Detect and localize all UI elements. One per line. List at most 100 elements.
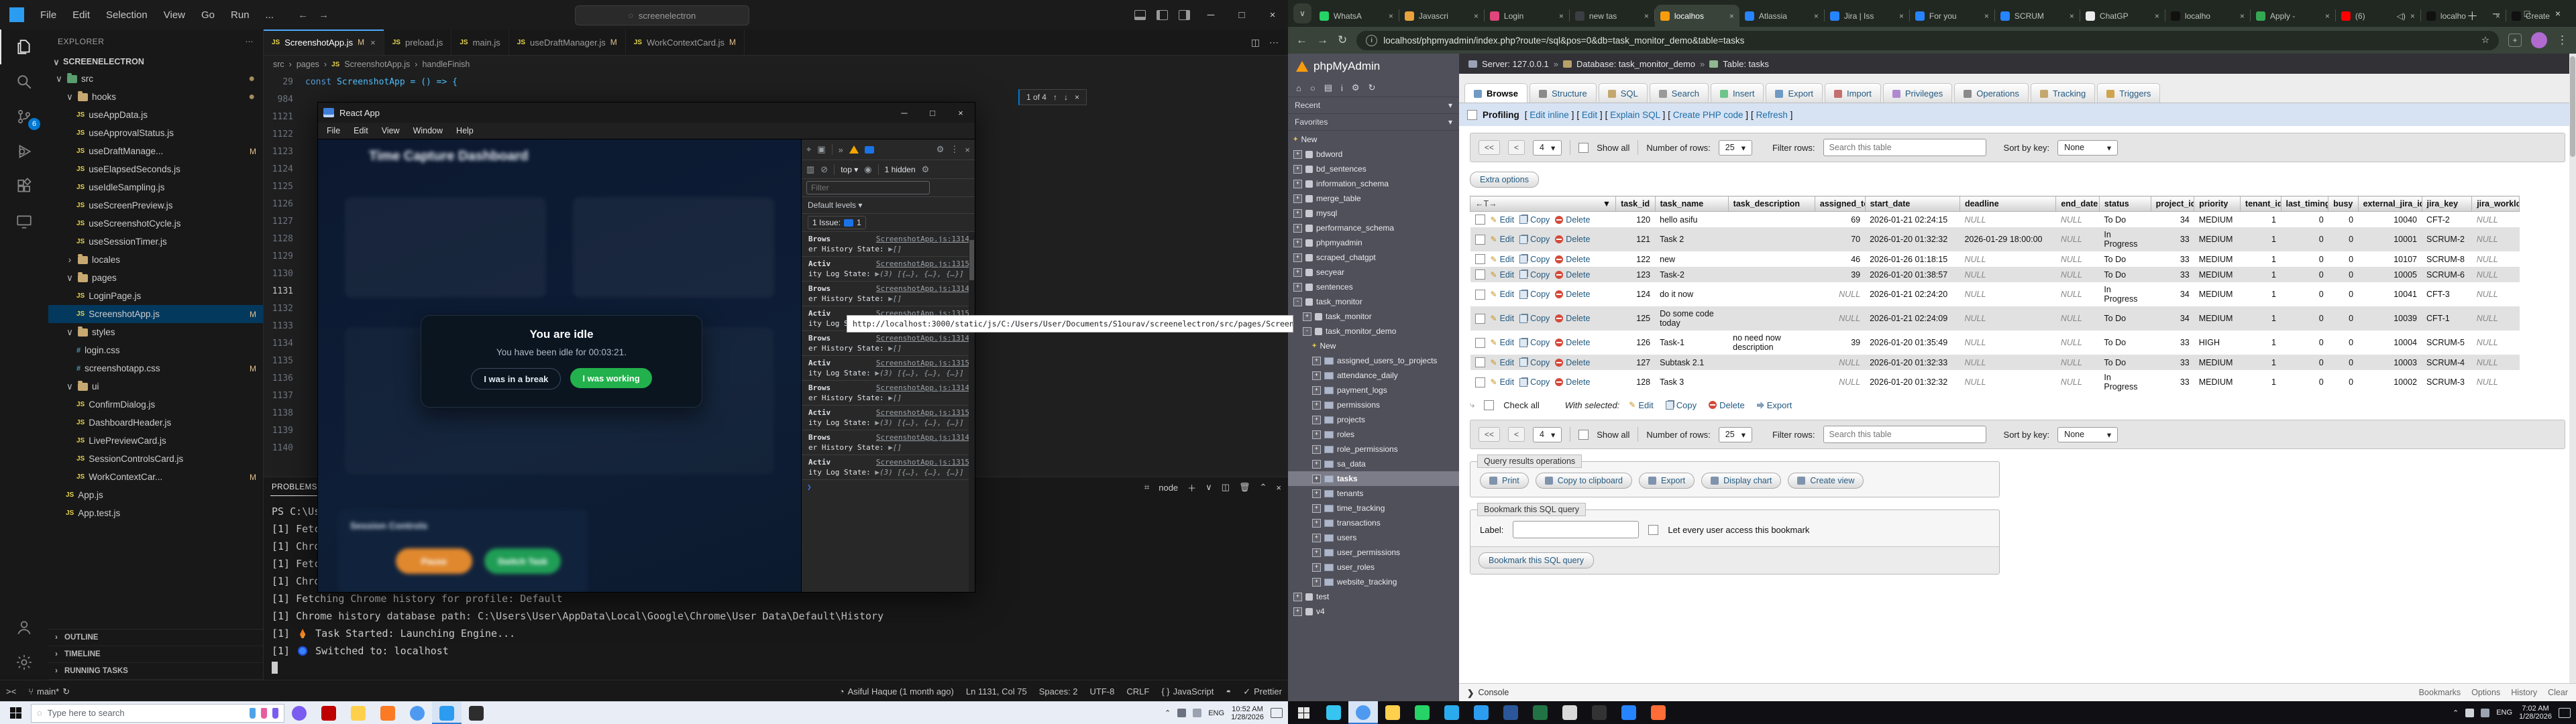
close-tab-icon[interactable]: × <box>2410 11 2415 21</box>
expander-icon[interactable]: + <box>1312 357 1321 365</box>
copy-link[interactable]: Copy <box>1519 338 1550 347</box>
taskbar-app-vscode[interactable] <box>1466 701 1496 724</box>
cell-jira_worklog_id[interactable]: NULL <box>2472 251 2520 267</box>
cell-task_name[interactable]: do it now <box>1655 282 1728 306</box>
sort-key-select[interactable]: None▾ <box>2057 140 2118 156</box>
expander-icon[interactable]: + <box>1293 194 1302 203</box>
tree-item-sessioncontrolscard-js[interactable]: JSSessionControlsCard.js <box>48 450 263 468</box>
browser-tab-localho[interactable]: localho× <box>2421 5 2506 27</box>
menu-item-go[interactable]: Go <box>195 7 221 23</box>
site-info-icon[interactable]: i <box>1366 35 1377 46</box>
notification-icon[interactable] <box>1271 708 1283 718</box>
column-header-project_id[interactable]: project_id <box>2151 196 2194 212</box>
cell-task_name[interactable]: Task 3 <box>1655 370 1728 394</box>
column-header-busy[interactable]: busy <box>2328 196 2358 212</box>
expander-icon[interactable]: + <box>1312 475 1321 483</box>
source-link[interactable]: ScreenshotApp.js:1315 <box>876 457 969 467</box>
cell-jira_key[interactable]: SCRUM-8 <box>2422 251 2472 267</box>
expander-icon[interactable]: + <box>1312 401 1321 410</box>
cell-end_date[interactable]: NULL <box>2056 355 2100 370</box>
expander-icon[interactable]: + <box>1312 371 1321 380</box>
cell-last_timing[interactable]: 0 <box>2281 330 2328 355</box>
cell-assigned_to[interactable]: NULL <box>1815 306 1865 330</box>
terminal-dropdown-icon[interactable]: ∨ <box>1205 482 1212 493</box>
taskbar-app-file-explorer[interactable] <box>1378 701 1407 724</box>
find-widget[interactable]: 1 of 4 ↑ ↓ × <box>1018 89 1087 105</box>
delete-link[interactable]: Delete <box>1555 255 1590 264</box>
cell-task_description[interactable] <box>1728 355 1815 370</box>
browser-tab-apply-[interactable]: Apply -× <box>2251 5 2335 27</box>
show-all-checkbox[interactable] <box>1578 143 1589 153</box>
page-select[interactable]: 4▾ <box>1533 427 1562 442</box>
tab-search-icon[interactable]: ∨ <box>1293 3 1311 23</box>
nav-item-phpmyadmin[interactable]: +phpmyadmin <box>1288 235 1459 250</box>
minimize-button[interactable]: ─ <box>890 103 918 123</box>
remote-indicator[interactable]: >< <box>0 686 22 697</box>
tree-item-src[interactable]: ∨src● <box>48 70 263 88</box>
cell-jira_key[interactable]: SCRUM-3 <box>2422 370 2472 394</box>
edit-link[interactable]: ✎Edit <box>1491 255 1515 264</box>
kill-terminal-icon[interactable]: 🗑 <box>1239 482 1250 493</box>
console-entry[interactable]: ScreenshotApp.js:1314Browser History Sta… <box>802 331 975 356</box>
nav-item-attendance-daily[interactable]: +attendance_daily <box>1288 368 1459 383</box>
maximize-button[interactable]: □ <box>1226 9 1257 21</box>
query-op-print[interactable]: Print <box>1480 473 1529 489</box>
breadcrumb-table[interactable]: Table: tasks <box>1723 59 1769 69</box>
split-terminal-icon[interactable]: ◫ <box>1222 482 1230 493</box>
column-header-assigned_to[interactable]: assigned_to <box>1815 196 1865 212</box>
profiling-link-create-php-code[interactable]: [ Create PHP code ] <box>1668 110 1748 120</box>
menu-item-selection[interactable]: Selection <box>99 7 154 23</box>
menu-item-edit[interactable]: Edit <box>66 7 97 23</box>
tree-item-pages[interactable]: ∨pages <box>48 269 263 287</box>
cell-project_id[interactable]: 33 <box>2151 370 2194 394</box>
edit-link[interactable]: ✎Edit <box>1491 338 1515 347</box>
first-page-button[interactable]: << <box>1479 140 1500 155</box>
cell-last_timing[interactable]: 0 <box>2281 212 2328 228</box>
row-checkbox[interactable] <box>1475 235 1485 245</box>
cell-priority[interactable]: MEDIUM <box>2194 267 2241 282</box>
close-tab-icon[interactable]: × <box>2496 11 2500 21</box>
expander-icon[interactable]: + <box>1312 563 1321 572</box>
taskbar-app-filezilla[interactable] <box>314 702 343 724</box>
pma-tab-browse[interactable]: Browse <box>1464 83 1527 103</box>
pma-tab-triggers[interactable]: Triggers <box>2097 83 2160 103</box>
editor-more-icon[interactable]: ⋯ <box>1269 37 1279 48</box>
cell-busy[interactable]: 0 <box>2328 282 2358 306</box>
cell-start_date[interactable]: 2026-01-20 01:35:49 <box>1865 330 1960 355</box>
console-menu-clear[interactable]: Clear <box>2548 688 2568 697</box>
column-header-status[interactable]: status <box>2099 196 2151 212</box>
profile-avatar[interactable] <box>2531 32 2547 48</box>
docs-icon[interactable]: i <box>1341 83 1343 93</box>
nav-item-scraped-chatgpt[interactable]: +scraped_chatgpt <box>1288 250 1459 265</box>
row-checkbox[interactable] <box>1475 215 1485 225</box>
terminal-name[interactable]: node <box>1159 483 1178 493</box>
cell-start_date[interactable]: 2026-01-21 02:24:15 <box>1865 212 1960 228</box>
breadcrumb-server[interactable]: Server: 127.0.0.1 <box>1482 59 1549 69</box>
query-op-copy-to-clipboard[interactable]: Copy to clipboard <box>1536 473 1632 489</box>
cell-assigned_to[interactable]: NULL <box>1815 282 1865 306</box>
tree-item-usedraftmanage-[interactable]: JSuseDraftManage...M <box>48 142 263 160</box>
language-mode[interactable]: { } JavaScript <box>1155 686 1220 697</box>
cell-end_date[interactable]: NULL <box>2056 267 2100 282</box>
cell-end_date[interactable]: NULL <box>2056 212 2100 228</box>
taskbar-search[interactable]: ◌ Type here to search <box>31 704 284 723</box>
panel-tab-problems[interactable]: PROBLEMS <box>270 479 319 496</box>
reload-icon[interactable]: ↻ <box>1338 34 1347 47</box>
browser-tab-localhos[interactable]: localhos× <box>1655 5 1739 27</box>
browser-tab-create[interactable]: Create× <box>2506 5 2576 27</box>
break-button[interactable]: I was in a break <box>471 368 561 389</box>
extensions-icon[interactable]: + <box>2508 34 2522 47</box>
menu-item-file[interactable]: File <box>34 7 63 23</box>
close-tab-icon[interactable]: × <box>1389 11 1393 21</box>
cell-jira_key[interactable]: CFT-1 <box>2422 306 2472 330</box>
browser-tab-atlassia[interactable]: Atlassia× <box>1739 5 1824 27</box>
edit-link[interactable]: ✎Edit <box>1491 235 1515 244</box>
cell-task_description[interactable]: no need now description <box>1728 330 1815 355</box>
cell-last_timing[interactable]: 0 <box>2281 370 2328 394</box>
cell-external_jira_id[interactable]: 10039 <box>2358 306 2422 330</box>
switch-task-button[interactable]: Switch Task <box>484 548 561 574</box>
browser-tab-scrum[interactable]: SCRUM× <box>1995 5 2080 27</box>
expander-icon[interactable]: + <box>1293 239 1302 247</box>
react-menu-file[interactable]: File <box>321 124 346 137</box>
nav-item-tasks[interactable]: +tasks <box>1288 471 1459 486</box>
